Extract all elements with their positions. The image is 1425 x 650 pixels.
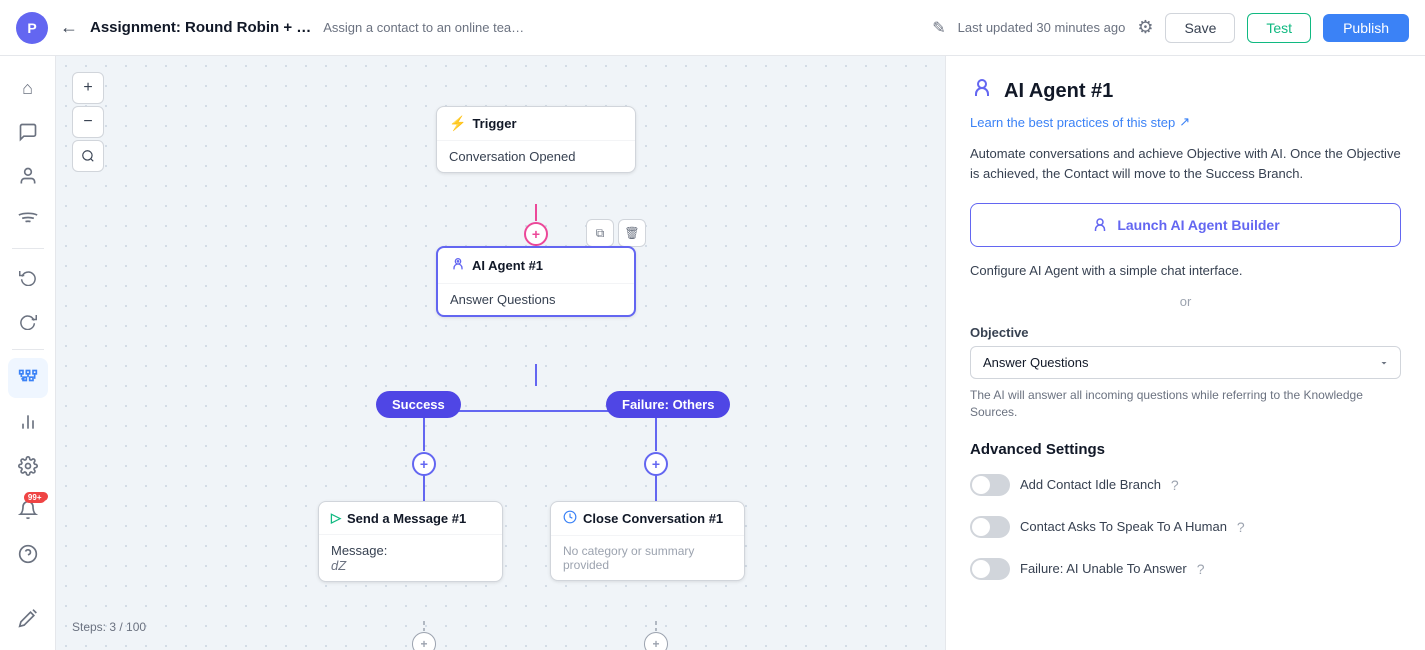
sidebar-chart-icon[interactable] [8,402,48,442]
send-message-content-label: Message: [331,543,387,558]
trigger-node[interactable]: ⚡ Trigger Conversation Opened [436,106,636,173]
nav-subtitle: Assign a contact to an online tea… [323,20,920,35]
nav-title: Assignment: Round Robin + … [90,19,311,36]
add-step-button-bottom-right[interactable]: + [644,632,668,650]
send-message-node[interactable]: ▷ Send a Message #1 Message: dZ [318,501,503,582]
configure-text: Configure AI Agent with a simple chat in… [970,263,1401,278]
node-actions: ⧉ 🗑 [586,219,646,247]
sidebar-chat-icon[interactable] [8,112,48,152]
panel-title-text: AI Agent #1 [1004,80,1113,103]
panel-title: AI Agent #1 [970,76,1401,106]
speak-human-toggle[interactable] [970,516,1010,538]
close-conversation-body: No category or summary provided [551,536,744,580]
sidebar-signal-icon[interactable] [8,200,48,240]
idle-branch-label: Add Contact Idle Branch [1020,477,1161,492]
close-conversation-label: Close Conversation #1 [583,511,723,526]
sidebar-notification-icon[interactable]: 99+ [8,490,48,530]
advanced-settings-title: Advanced Settings [970,441,1401,458]
or-divider: or [970,294,1401,309]
ai-agent-node-header: AI Agent #1 [438,248,634,284]
ai-agent-node[interactable]: AI Agent #1 Answer Questions [436,246,636,317]
zoom-out-button[interactable]: − [72,106,104,138]
ai-agent-label: AI Agent #1 [472,258,543,273]
launch-ai-btn-label: Launch AI Agent Builder [1117,217,1279,233]
panel-description: Automate conversations and achieve Objec… [970,144,1401,183]
speak-human-label: Contact Asks To Speak To A Human [1020,519,1227,534]
speak-human-help-icon[interactable]: ? [1237,519,1245,535]
send-message-header: ▷ Send a Message #1 [319,502,502,535]
idle-branch-help-icon[interactable]: ? [1171,477,1179,493]
send-message-content: dZ [331,558,346,573]
publish-button[interactable]: Publish [1323,14,1409,42]
top-nav: P ← Assignment: Round Robin + … Assign a… [0,0,1425,56]
unable-answer-help-icon[interactable]: ? [1197,561,1205,577]
send-message-icon: ▷ [331,510,341,526]
add-step-button-bottom-left[interactable]: + [412,632,436,650]
panel-title-icon [970,76,994,106]
steps-counter: Steps: 3 / 100 [72,620,146,634]
toggle-row-speak-human: Contact Asks To Speak To A Human ? [970,516,1401,538]
sidebar-divider-1 [12,248,44,249]
sidebar-home-icon[interactable]: ⌂ [8,68,48,108]
copy-node-button[interactable]: ⧉ [586,219,614,247]
trigger-icon: ⚡ [449,115,466,132]
external-link-icon: ↗ [1179,114,1190,130]
close-conversation-header: Close Conversation #1 [551,502,744,536]
trigger-node-body: Conversation Opened [437,141,635,172]
failure-branch[interactable]: Failure: Others [606,391,730,418]
trigger-label: Trigger [472,116,516,131]
sidebar-pencil-icon[interactable] [8,598,48,638]
fit-button[interactable] [72,140,104,172]
sidebar-divider-2 [12,349,44,350]
send-message-label: Send a Message #1 [347,511,466,526]
add-step-button-success[interactable]: + [412,452,436,476]
right-panel: AI Agent #1 Learn the best practices of … [945,56,1425,650]
add-step-button-1[interactable]: + [524,222,548,246]
canvas-controls: + − [72,72,104,172]
sidebar-settings-icon[interactable] [8,446,48,486]
idle-branch-toggle[interactable] [970,474,1010,496]
delete-node-button[interactable]: 🗑 [618,219,646,247]
success-branch[interactable]: Success [376,391,461,418]
sidebar-help-icon[interactable] [8,534,48,574]
sidebar-redo-icon[interactable] [8,301,48,341]
trigger-node-header: ⚡ Trigger [437,107,635,141]
close-conversation-node[interactable]: Close Conversation #1 No category or sum… [550,501,745,581]
nav-right: Last updated 30 minutes ago ⚙ Save Test … [958,13,1409,43]
objective-select[interactable]: Answer Questions [970,346,1401,379]
test-button[interactable]: Test [1247,13,1311,43]
ai-agent-icon [450,256,466,275]
sidebar-undo-icon[interactable] [8,257,48,297]
save-button[interactable]: Save [1165,13,1235,43]
left-sidebar: ⌂ 99+ [0,56,56,650]
learn-link-text: Learn the best practices of this step [970,115,1175,130]
nav-avatar: P [16,12,48,44]
objective-label: Objective [970,325,1401,340]
toggle-row-unable-answer: Failure: AI Unable To Answer ? [970,558,1401,580]
nav-gear-icon[interactable]: ⚙ [1137,17,1153,38]
add-step-button-failure[interactable]: + [644,452,668,476]
unable-answer-label: Failure: AI Unable To Answer [1020,561,1187,576]
send-message-body: Message: dZ [319,535,502,581]
toggle-row-idle-branch: Add Contact Idle Branch ? [970,474,1401,496]
unable-answer-toggle[interactable] [970,558,1010,580]
ai-agent-node-body: Answer Questions [438,284,634,315]
nav-last-updated: Last updated 30 minutes ago [958,20,1126,35]
sidebar-network-icon[interactable] [8,358,48,398]
main-area: ⌂ 99+ [0,56,1425,650]
sidebar-contacts-icon[interactable] [8,156,48,196]
canvas-area[interactable]: + − [56,56,945,650]
nav-edit-icon[interactable]: ✎ [932,18,945,38]
learn-link[interactable]: Learn the best practices of this step ↗ [970,114,1401,130]
close-conversation-icon [563,510,577,527]
objective-hint: The AI will answer all incoming question… [970,387,1401,421]
nav-back-button[interactable]: ← [60,17,78,38]
zoom-in-button[interactable]: + [72,72,104,104]
launch-ai-agent-builder-button[interactable]: Launch AI Agent Builder [970,203,1401,247]
